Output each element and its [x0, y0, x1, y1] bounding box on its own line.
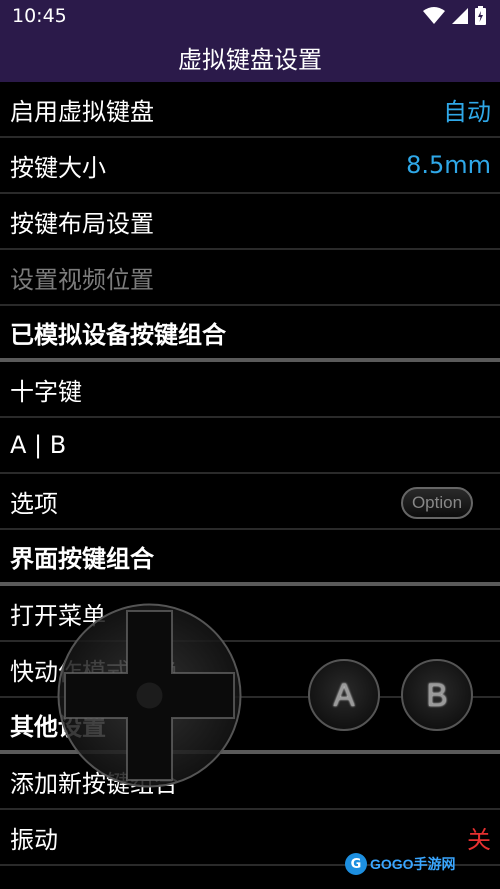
- wifi-icon: [423, 6, 445, 24]
- setting-value: 8.5mm: [406, 151, 491, 179]
- gamepad-a-button[interactable]: A: [308, 659, 380, 731]
- setting-option[interactable]: 选项 Option: [0, 474, 500, 530]
- setting-a-b[interactable]: A | B: [0, 418, 500, 474]
- setting-label: 按键布局设置: [10, 209, 154, 238]
- watermark: G GOGO手游网: [345, 853, 456, 875]
- setting-key-size[interactable]: 按键大小 8.5mm: [0, 138, 500, 194]
- status-time: 10:45: [12, 5, 67, 27]
- section-title: 已模拟设备按键组合: [10, 320, 226, 349]
- setting-label: 按键大小: [10, 153, 106, 182]
- setting-value: 自动: [443, 97, 491, 126]
- setting-label: 十字键: [10, 377, 82, 406]
- setting-video-position: 设置视频位置: [0, 250, 500, 306]
- setting-label: 振动: [10, 825, 58, 854]
- status-bar: 10:45: [0, 0, 500, 32]
- setting-label: A | B: [10, 431, 67, 459]
- setting-key-layout[interactable]: 按键布局设置: [0, 194, 500, 250]
- section-header-emulated-keys: 已模拟设备按键组合: [0, 306, 500, 362]
- setting-dpad[interactable]: 十字键: [0, 362, 500, 418]
- watermark-text: GOGO手游网: [370, 856, 456, 872]
- section-title: 界面按键组合: [10, 544, 154, 573]
- gamepad-b-button[interactable]: B: [401, 659, 473, 731]
- status-icons: [423, 6, 486, 25]
- setting-value: 关: [467, 825, 491, 854]
- battery-charging-icon: [475, 6, 486, 25]
- section-header-ui-keys: 界面按键组合: [0, 530, 500, 586]
- setting-label: 设置视频位置: [10, 265, 154, 294]
- dpad-overlay[interactable]: [57, 603, 242, 788]
- setting-enable-virtual-keyboard[interactable]: 启用虚拟键盘 自动: [0, 82, 500, 138]
- option-button[interactable]: Option: [401, 487, 473, 519]
- signal-icon: [452, 7, 468, 24]
- setting-label: 启用虚拟键盘: [10, 97, 154, 126]
- page-title: 虚拟键盘设置: [178, 45, 322, 74]
- title-bar: 虚拟键盘设置: [0, 32, 500, 82]
- watermark-logo-icon: G: [345, 853, 367, 875]
- setting-label: 选项: [10, 489, 58, 518]
